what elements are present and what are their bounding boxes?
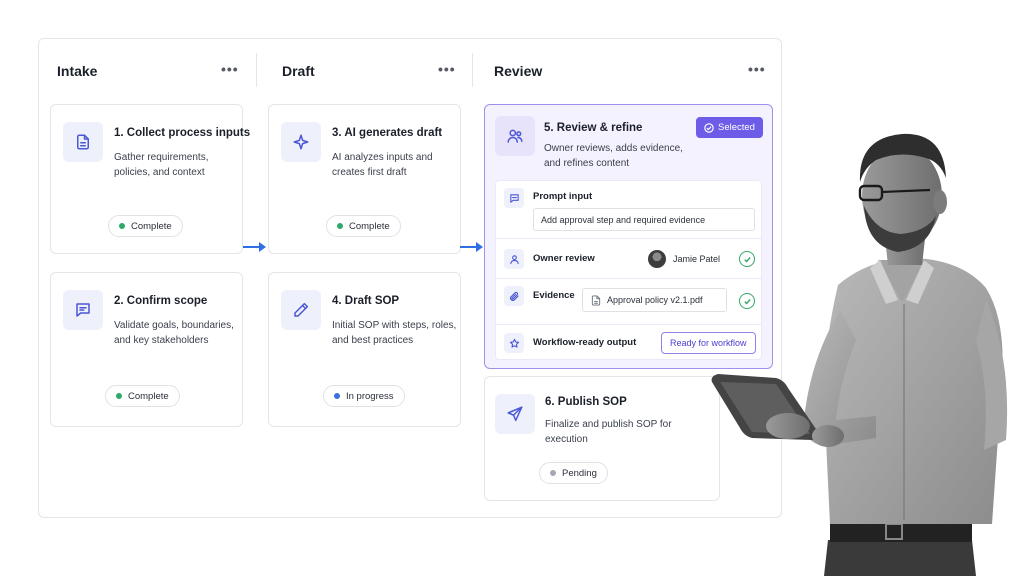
column-divider	[472, 53, 473, 87]
card-description: Validate goals, boundaries, and key stak…	[114, 320, 234, 346]
evidence-file-name: Approval policy v2.1.pdf	[607, 295, 703, 305]
card-title: 1. Collect process inputs	[114, 127, 251, 139]
status-text: Complete	[128, 390, 169, 402]
status-badge: Pending	[539, 462, 608, 484]
column-title-intake: Intake	[57, 63, 98, 79]
arrow-right-icon	[243, 242, 266, 252]
message-icon	[504, 188, 524, 208]
status-badge: Complete	[326, 215, 401, 237]
column-menu-draft[interactable]: •••	[438, 61, 456, 77]
prompt-label: Prompt input	[533, 191, 593, 202]
status-text: Pending	[562, 467, 597, 479]
status-text: Complete	[349, 220, 390, 232]
card-publish-sop[interactable]: 6. Publish SOP Finalize and publish SOP …	[484, 376, 720, 501]
status-dot	[337, 223, 343, 229]
card-title: 2. Confirm scope	[114, 295, 208, 307]
status-dot	[550, 470, 556, 476]
file-icon	[591, 295, 601, 306]
card-description: AI analyzes inputs and creates first dra…	[332, 152, 433, 178]
column-menu-review[interactable]: •••	[748, 61, 766, 77]
card-draft-sop[interactable]: 4. Draft SOP Initial SOP with steps, rol…	[268, 272, 461, 427]
card-ai-generates-draft[interactable]: 3. AI generates draft AI analyzes inputs…	[268, 104, 461, 254]
person-holding-tablet-image	[711, 133, 1008, 576]
card-title: 4. Draft SOP	[332, 295, 400, 307]
send-icon	[495, 394, 535, 434]
card-description: Initial SOP with steps, roles, and best …	[332, 320, 457, 346]
chat-icon	[63, 290, 103, 330]
column-title-draft: Draft	[282, 63, 315, 79]
card-description: Finalize and publish SOP for execution	[545, 419, 672, 445]
card-description: Gather requirements, policies, and conte…	[114, 152, 209, 178]
arrow-right-icon	[460, 242, 483, 252]
sparkle-icon	[281, 122, 321, 162]
status-dot	[334, 393, 340, 399]
status-badge: Complete	[105, 385, 180, 407]
status-text: Complete	[131, 220, 172, 232]
avatar	[648, 250, 666, 268]
user-icon	[504, 249, 524, 269]
owner-label: Owner review	[533, 253, 595, 264]
column-divider	[256, 53, 257, 87]
column-title-review: Review	[494, 63, 543, 79]
status-badge: In progress	[323, 385, 405, 407]
card-title: 3. AI generates draft	[332, 127, 443, 139]
users-icon	[495, 116, 535, 156]
status-text: In progress	[346, 390, 394, 402]
card-collect-inputs[interactable]: 1. Collect process inputs Gather require…	[50, 104, 250, 254]
card-title: 5. Review & refine	[544, 122, 643, 134]
status-dot	[119, 223, 125, 229]
pencil-icon	[281, 290, 321, 330]
status-badge: Complete	[108, 215, 183, 237]
output-label: Workflow-ready output	[533, 337, 637, 348]
paperclip-icon	[504, 286, 524, 306]
status-dot	[116, 393, 122, 399]
star-icon	[504, 333, 524, 353]
card-title: 6. Publish SOP	[545, 396, 627, 408]
column-menu-intake[interactable]: •••	[221, 61, 239, 77]
document-icon	[63, 122, 103, 162]
evidence-label: Evidence	[533, 290, 575, 301]
card-description: Owner reviews, adds evidence, and refine…	[544, 143, 683, 169]
card-confirm-scope[interactable]: 2. Confirm scope Validate goals, boundar…	[50, 272, 243, 427]
